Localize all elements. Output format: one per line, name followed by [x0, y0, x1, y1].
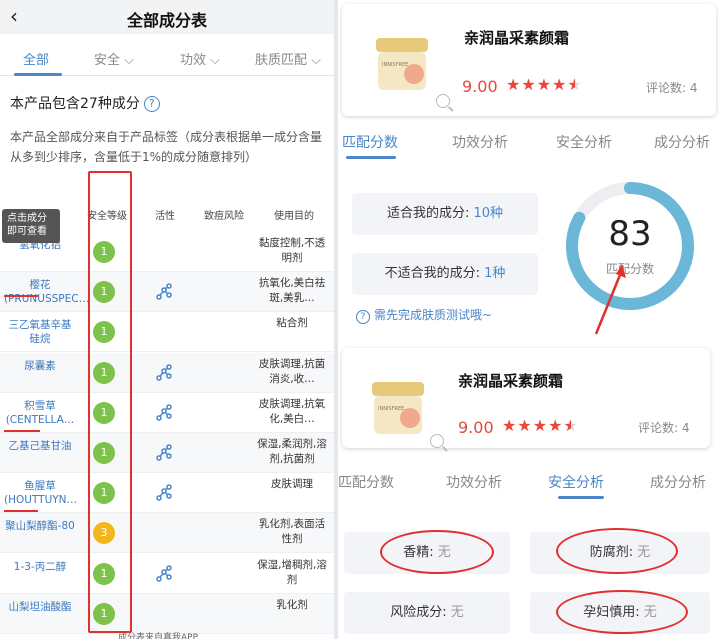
match-score-label: 匹配分数 — [605, 262, 654, 276]
table-row[interactable]: 尿囊素 1 皮肤调理,抗菌消炎,收… — [0, 353, 334, 393]
ingredient-name[interactable]: 三乙氧基辛基硅烷 — [4, 318, 76, 346]
table-row[interactable]: 积雪草(CENTELLA… 1 皮肤调理,抗氧化,美白… — [0, 393, 334, 433]
tab-skin-match[interactable]: 肤质匹配 ⌵ — [246, 49, 330, 68]
tab-safety-analysis[interactable]: 安全分析 — [556, 132, 612, 152]
product-score: 9.00 — [458, 418, 494, 437]
usage-purpose: 保湿,增稠剂,溶剂 — [257, 559, 327, 586]
zoom-icon[interactable] — [430, 434, 444, 448]
activity-molecule-icon — [156, 444, 172, 461]
chevron-down-icon: ⌵ — [206, 53, 220, 68]
product-name: 亲润晶采素颜霜 — [458, 372, 564, 390]
tab-all[interactable]: 全部 — [0, 49, 78, 68]
product-jar-image: INNISFREE — [372, 382, 424, 434]
table-row[interactable]: 三乙氧基辛基硅烷 1 粘合剂 — [0, 312, 334, 352]
chevron-down-icon: ⌵ — [120, 53, 134, 68]
header-purpose: 使用目的 — [274, 211, 314, 222]
annotation-circle — [556, 590, 688, 634]
review-count: 评论数: 4 — [638, 421, 690, 435]
tab-safety[interactable]: 安全 ⌵ — [72, 49, 156, 68]
product-score: 9.00 — [462, 77, 498, 96]
chevron-down-icon: ⌵ — [307, 53, 321, 68]
usage-purpose: 皮肤调理,抗氧化,美白… — [258, 398, 326, 425]
review-count: 评论数: 4 — [646, 81, 698, 95]
star-rating-icon: ★★★★★ — [506, 75, 583, 94]
table-row[interactable]: 鱼腥草(HOUTTUYN… 1 皮肤调理 — [0, 473, 334, 513]
zoom-icon[interactable] — [436, 94, 450, 108]
panel-divider — [334, 0, 338, 639]
annotation-underline — [4, 430, 40, 432]
ingredient-list-panel: ‹ 全部成分表 全部 安全 ⌵ 功效 ⌵ 肤质匹配 ⌵ 本产品包含27种成分? … — [0, 0, 334, 639]
table-row[interactable]: 樱花(PRUNUSSPEC… 1 抗氧化,美白祛斑,美乳… — [0, 272, 334, 312]
tab-safety-analysis[interactable]: 安全分析 — [548, 472, 604, 492]
product-card[interactable]: INNISFREE 亲润晶采素颜霜 9.00 ★★★★★ 评论数: 4 — [342, 4, 716, 116]
star-rating-icon: ★★★★★ — [502, 416, 579, 435]
jar-label: INNISFREE — [382, 62, 408, 68]
annotation-underline — [4, 295, 38, 297]
page-title: 全部成分表 — [126, 11, 207, 30]
usage-purpose: 保湿,柔润剂,溶剂,抗菌剂 — [257, 438, 327, 465]
usage-purpose: 粘合剂 — [276, 317, 308, 329]
ingredient-name[interactable]: 尿囊素 — [4, 359, 76, 373]
annotation-circle — [556, 528, 678, 574]
tab-match-score[interactable]: 匹配分数 — [338, 472, 394, 492]
activity-molecule-icon — [156, 364, 172, 381]
help-icon: ? — [356, 310, 370, 324]
active-tab-indicator — [346, 156, 396, 159]
product-jar-image: INNISFREE — [376, 38, 428, 90]
tab-match-score[interactable]: 匹配分数 — [342, 132, 398, 152]
click-hint-tooltip: 点击成分 即可查看 — [2, 209, 60, 243]
product-name: 亲润晶采素颜霜 — [464, 29, 570, 47]
annotation-circle — [380, 530, 494, 574]
product-card[interactable]: INNISFREE 亲润晶采素颜霜 9.00 ★★★★★ 评论数: 4 — [342, 348, 710, 448]
source-description: 本产品全部成分来自于产品标签（成分表根据单一成分含量从多到少排序，含量低于1%的… — [10, 130, 323, 164]
table-row[interactable]: 聚山梨醇酯-80 3 乳化剂,表面活性剂 — [0, 513, 334, 553]
activity-molecule-icon — [156, 484, 172, 501]
activity-molecule-icon — [156, 283, 172, 300]
skin-test-hint[interactable]: ? 需先完成肤质测试哦~ — [356, 306, 492, 324]
tab-ingredient-analysis[interactable]: 成分分析 — [650, 472, 706, 492]
annotation-underline — [4, 510, 38, 512]
usage-purpose: 黏度控制,不透明剂 — [258, 237, 326, 264]
activity-molecule-icon — [156, 404, 172, 421]
ingredient-name[interactable]: 聚山梨醇酯-80 — [4, 519, 76, 533]
header-activity: 活性 — [155, 211, 175, 222]
tab-efficacy[interactable]: 功效 ⌵ — [158, 49, 242, 68]
header-acne-risk: 致痘风险 — [204, 211, 244, 222]
ingredient-name[interactable]: 鱼腥草(HOUTTUYN… — [4, 479, 77, 507]
ingredient-name[interactable]: 1-3-丙二醇 — [4, 560, 76, 574]
ingredient-name[interactable]: 乙基己基甘油 — [4, 439, 76, 453]
active-tab-indicator — [558, 496, 604, 499]
annotation-arrow — [594, 264, 626, 335]
activity-molecule-icon — [156, 565, 172, 582]
ingredient-name[interactable]: 山梨坦油酸酯 — [4, 600, 76, 614]
active-tab-indicator — [14, 73, 62, 76]
table-row[interactable]: 1-3-丙二醇 1 保湿,增稠剂,溶剂 — [0, 554, 334, 594]
tab-efficacy-analysis[interactable]: 功效分析 — [446, 472, 502, 492]
match-score-value: 83 — [608, 214, 652, 254]
ingredient-count: 本产品包含27种成分? — [10, 93, 160, 113]
tab-ingredient-analysis[interactable]: 成分分析 — [654, 132, 710, 152]
annotation-red-box — [88, 171, 132, 633]
usage-purpose: 乳化剂,表面活性剂 — [258, 518, 326, 545]
tab-efficacy-analysis[interactable]: 功效分析 — [452, 132, 508, 152]
jar-label: INNISFREE — [378, 406, 404, 412]
help-icon[interactable]: ? — [143, 96, 160, 112]
usage-purpose: 抗氧化,美白祛斑,美乳… — [258, 277, 326, 304]
table-row[interactable]: 山梨坦油酸酯 1 乳化剂 — [0, 594, 334, 634]
usage-purpose: 皮肤调理,抗菌消炎,收… — [258, 358, 326, 385]
ingredient-name[interactable]: 积雪草(CENTELLA… — [4, 399, 76, 427]
top-bar: ‹ 全部成分表 — [0, 0, 334, 34]
ingredient-name[interactable]: 樱花(PRUNUSSPEC… — [4, 278, 89, 306]
table-row[interactable]: 乙基己基甘油 1 保湿,柔润剂,溶剂,抗菌剂 — [0, 433, 334, 473]
risk-ingredient-status: 风险成分: 无 — [344, 592, 510, 634]
usage-purpose: 皮肤调理 — [271, 478, 313, 490]
unsuitable-ingredients[interactable]: 不适合我的成分: 1种 — [352, 253, 538, 295]
suitable-ingredients[interactable]: 适合我的成分: 10种 — [352, 193, 538, 235]
usage-purpose: 乳化剂 — [276, 599, 308, 611]
filter-tabs: 全部 安全 ⌵ 功效 ⌵ 肤质匹配 ⌵ — [0, 40, 334, 76]
